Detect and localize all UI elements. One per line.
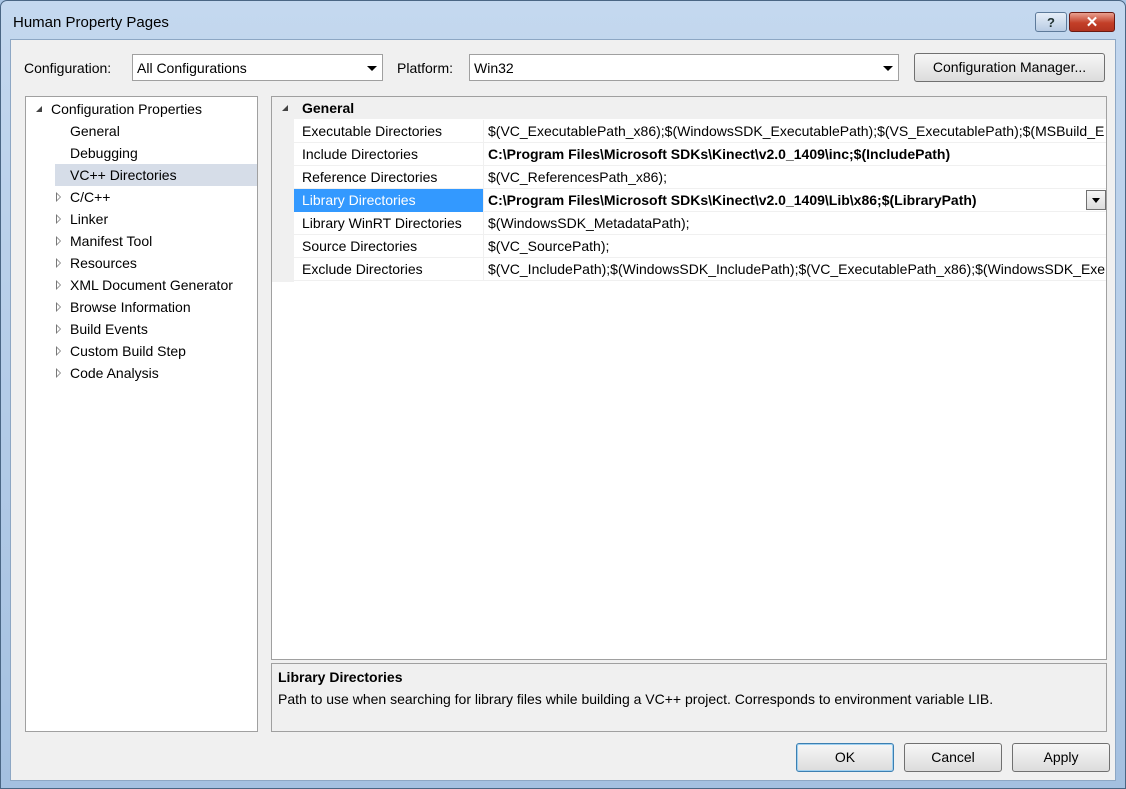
tree-item-c-cpp[interactable]: C/C++	[26, 186, 257, 208]
property-pages-window: Human Property Pages ? ✕ Configuration: …	[0, 0, 1126, 789]
property-name[interactable]: Source Directories	[294, 235, 484, 258]
tree-item-label: Resources	[70, 255, 137, 271]
chevron-down-icon	[883, 66, 893, 71]
expanded-arrow-icon[interactable]	[282, 105, 288, 111]
platform-value: Win32	[474, 60, 514, 76]
property-row-library-directories[interactable]: Library Directories C:\Program Files\Mic…	[294, 189, 1106, 212]
property-grid[interactable]: General Executable Directories $(VC_Exec…	[271, 96, 1107, 660]
dialog-client: Configuration: All Configurations Platfo…	[10, 39, 1116, 781]
tree-item-label: Build Events	[70, 321, 148, 337]
help-button[interactable]: ?	[1035, 12, 1067, 32]
description-text: Path to use when searching for library f…	[278, 691, 994, 707]
tree-item-general[interactable]: General	[26, 120, 257, 142]
collapsed-arrow-icon[interactable]	[56, 280, 61, 290]
tree-item-debugging[interactable]: Debugging	[26, 142, 257, 164]
property-value[interactable]: $(VC_IncludePath);$(WindowsSDK_IncludePa…	[488, 258, 1106, 281]
chevron-down-icon	[367, 66, 377, 71]
description-panel: Library Directories Path to use when sea…	[271, 663, 1107, 732]
tree-item-build-events[interactable]: Build Events	[26, 318, 257, 340]
collapsed-arrow-icon[interactable]	[56, 302, 61, 312]
value-dropdown-button[interactable]	[1086, 190, 1106, 210]
property-row-executable-directories[interactable]: Executable Directories $(VC_ExecutablePa…	[294, 120, 1106, 143]
title-bar[interactable]: Human Property Pages ? ✕	[1, 1, 1125, 41]
description-title: Library Directories	[278, 669, 403, 685]
tree-item-label: Code Analysis	[70, 365, 159, 381]
property-row-source-directories[interactable]: Source Directories $(VC_SourcePath);	[294, 235, 1106, 258]
collapsed-arrow-icon[interactable]	[56, 368, 61, 378]
collapsed-arrow-icon[interactable]	[56, 258, 61, 268]
tree-item-custom-build-step[interactable]: Custom Build Step	[26, 340, 257, 362]
collapsed-arrow-icon[interactable]	[56, 324, 61, 334]
tree-item-xml-document-generator[interactable]: XML Document Generator	[26, 274, 257, 296]
tree-item-linker[interactable]: Linker	[26, 208, 257, 230]
ok-button[interactable]: OK	[796, 743, 894, 772]
tree-item-manifest-tool[interactable]: Manifest Tool	[26, 230, 257, 252]
property-value[interactable]: C:\Program Files\Microsoft SDKs\Kinect\v…	[488, 189, 1084, 212]
window-title: Human Property Pages	[13, 14, 169, 31]
configuration-label: Configuration:	[24, 60, 112, 76]
configuration-value: All Configurations	[137, 60, 247, 76]
close-button[interactable]: ✕	[1069, 12, 1115, 32]
tree-item-code-analysis[interactable]: Code Analysis	[26, 362, 257, 384]
tree-item-label: Linker	[70, 211, 109, 227]
tree-item-label: Manifest Tool	[70, 233, 153, 249]
tree-item-vc-directories[interactable]: VC++ Directories	[55, 164, 257, 186]
property-value[interactable]: $(VC_SourcePath);	[488, 235, 1106, 258]
configuration-manager-button[interactable]: Configuration Manager...	[914, 53, 1105, 82]
tree-item-label: Custom Build Step	[70, 343, 186, 359]
property-tree[interactable]: Configuration Properties General Debuggi…	[25, 96, 258, 732]
property-name[interactable]: Include Directories	[294, 143, 484, 166]
category-row-general[interactable]: General	[272, 97, 1106, 119]
platform-dropdown[interactable]: Win32	[469, 54, 899, 81]
collapsed-arrow-icon[interactable]	[56, 192, 61, 202]
tree-item-resources[interactable]: Resources	[26, 252, 257, 274]
property-value[interactable]: C:\Program Files\Microsoft SDKs\Kinect\v…	[488, 143, 1106, 166]
category-label: General	[302, 100, 355, 116]
property-row-library-winrt-directories[interactable]: Library WinRT Directories $(WindowsSDK_M…	[294, 212, 1106, 235]
property-value[interactable]: $(VC_ExecutablePath_x86);$(WindowsSDK_Ex…	[488, 120, 1106, 143]
platform-label: Platform:	[397, 60, 454, 76]
property-name[interactable]: Library WinRT Directories	[294, 212, 484, 235]
apply-button[interactable]: Apply	[1012, 743, 1110, 772]
property-row-include-directories[interactable]: Include Directories C:\Program Files\Mic…	[294, 143, 1106, 166]
tree-item-label: Browse Information	[70, 299, 191, 315]
tree-item-browse-information[interactable]: Browse Information	[26, 296, 257, 318]
tree-item-label: VC++ Directories	[70, 167, 177, 183]
property-value[interactable]: $(VC_ReferencesPath_x86);	[488, 166, 1106, 189]
configuration-dropdown[interactable]: All Configurations	[132, 54, 383, 81]
grid-gutter	[272, 97, 294, 282]
property-row-reference-directories[interactable]: Reference Directories $(VC_ReferencesPat…	[294, 166, 1106, 189]
property-row-exclude-directories[interactable]: Exclude Directories $(VC_IncludePath);$(…	[294, 258, 1106, 281]
tree-item-label: Debugging	[70, 145, 138, 161]
property-name[interactable]: Executable Directories	[294, 120, 484, 143]
collapsed-arrow-icon[interactable]	[56, 236, 61, 246]
tree-item-label: XML Document Generator	[70, 277, 233, 293]
tree-item-configuration-properties[interactable]: Configuration Properties	[26, 98, 257, 120]
property-value[interactable]: $(WindowsSDK_MetadataPath);	[488, 212, 1106, 235]
property-name[interactable]: Library Directories	[294, 189, 484, 212]
collapsed-arrow-icon[interactable]	[56, 346, 61, 356]
tree-item-label: General	[70, 123, 120, 139]
tree-item-label: Configuration Properties	[51, 101, 202, 117]
cancel-button[interactable]: Cancel	[904, 743, 1002, 772]
collapsed-arrow-icon[interactable]	[56, 214, 61, 224]
property-name[interactable]: Exclude Directories	[294, 258, 484, 281]
expanded-arrow-icon[interactable]	[36, 106, 42, 112]
tree-item-label: C/C++	[70, 189, 111, 205]
property-name[interactable]: Reference Directories	[294, 166, 484, 189]
